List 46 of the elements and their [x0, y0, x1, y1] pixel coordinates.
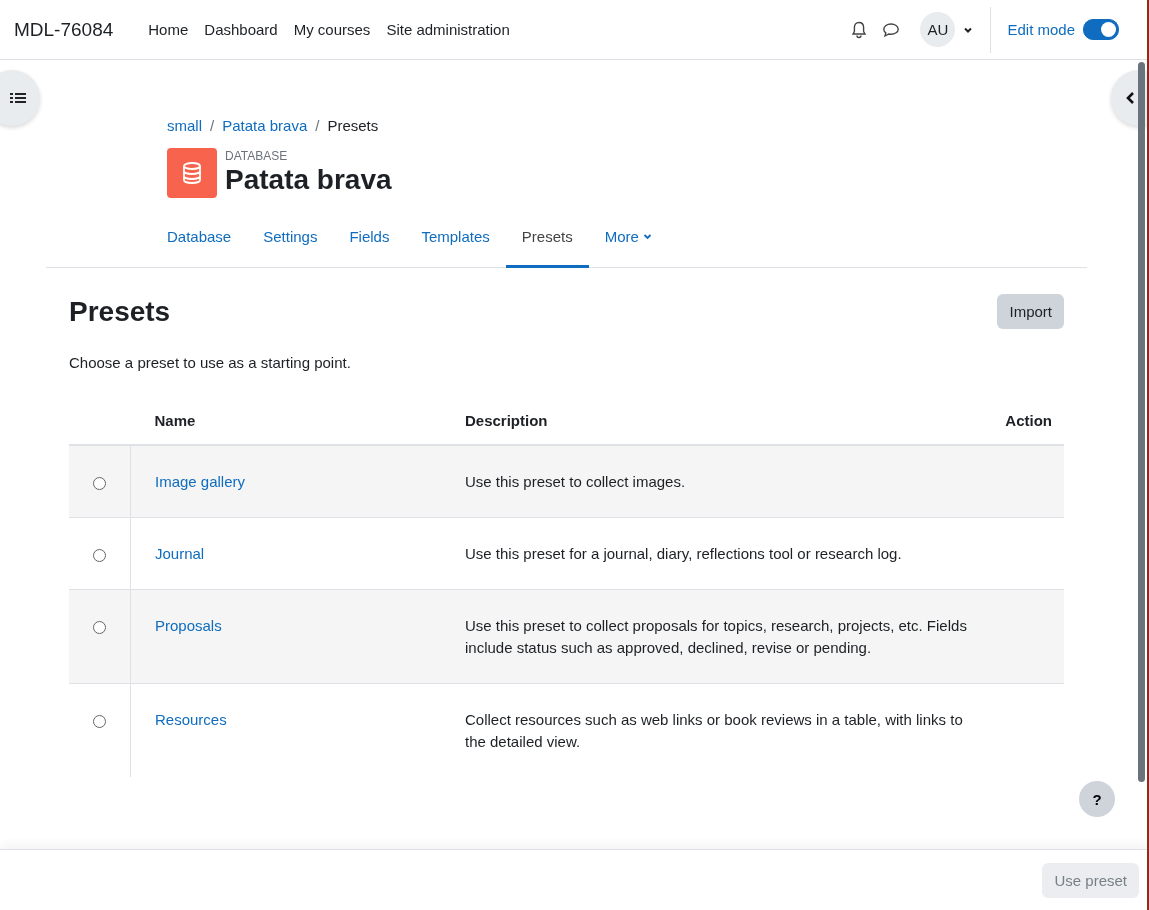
intro-text: Choose a preset to use as a starting point.: [69, 354, 352, 371]
edit-mode-label: Edit mode: [1007, 21, 1075, 38]
radio-button[interactable]: [93, 621, 106, 634]
radio-button[interactable]: [93, 477, 106, 490]
edit-mode-toggle[interactable]: [1083, 19, 1119, 40]
nav-link[interactable]: Home: [148, 21, 189, 38]
activity-type: DATABASE: [225, 149, 289, 164]
breadcrumb-link[interactable]: Patata brava: [222, 117, 308, 134]
tab[interactable]: Presets: [505, 214, 589, 268]
tab[interactable]: Fields: [333, 214, 406, 268]
chevron-left-icon: [1125, 91, 1135, 105]
preset-description: Collect resources such as web links or book reviews in a table, with links to the detailed view.: [465, 711, 963, 750]
nav-link[interactable]: My courses: [293, 21, 371, 38]
caret-icon[interactable]: [963, 25, 974, 34]
preset-name-link[interactable]: Proposals: [155, 617, 222, 634]
tab[interactable]: Settings: [247, 214, 334, 268]
breadcrumb-separator: /: [315, 117, 320, 134]
breadcrumb-separator: /: [210, 117, 215, 134]
notifications-bell-icon[interactable]: [851, 20, 868, 39]
site-name[interactable]: MDL-76084: [14, 18, 114, 41]
preset-name-link[interactable]: Resources: [155, 711, 227, 728]
help-button[interactable]: ?: [1079, 781, 1115, 817]
tab[interactable]: More: [588, 214, 668, 268]
breadcrumb-current: Presets: [327, 117, 379, 134]
preset-description: Use this preset to collect images.: [465, 473, 686, 490]
nav-link[interactable]: Dashboard: [204, 21, 278, 38]
preset-description: Use this preset to collect proposals for topics, research, projects, etc. Fields include status such as approved, declined, revise or pending.: [465, 617, 967, 656]
import-button[interactable]: Import: [997, 294, 1064, 329]
nav-link[interactable]: Site administration: [386, 21, 510, 38]
preset-name-link[interactable]: Image gallery: [155, 473, 246, 490]
tab[interactable]: Database: [151, 214, 248, 268]
messages-speech-bubble-icon[interactable]: [882, 21, 901, 38]
radio-button[interactable]: [93, 715, 106, 728]
preset-description: Use this preset for a journal, diary, reflections tool or research log.: [465, 545, 902, 562]
course-index-toggle[interactable]: [0, 70, 40, 126]
breadcrumb-link[interactable]: small: [167, 117, 202, 134]
tab[interactable]: Templates: [405, 214, 506, 268]
radio-button[interactable]: [93, 549, 106, 562]
list-icon: [10, 92, 26, 104]
page-title: Patata brava: [225, 163, 392, 197]
database-icon: [167, 148, 217, 198]
section-heading: Presets: [69, 295, 171, 328]
caret-icon: [642, 233, 652, 240]
preset-name-link[interactable]: Journal: [155, 545, 205, 562]
scrollbar[interactable]: [1138, 62, 1145, 782]
user-avatar[interactable]: AU: [920, 12, 956, 47]
